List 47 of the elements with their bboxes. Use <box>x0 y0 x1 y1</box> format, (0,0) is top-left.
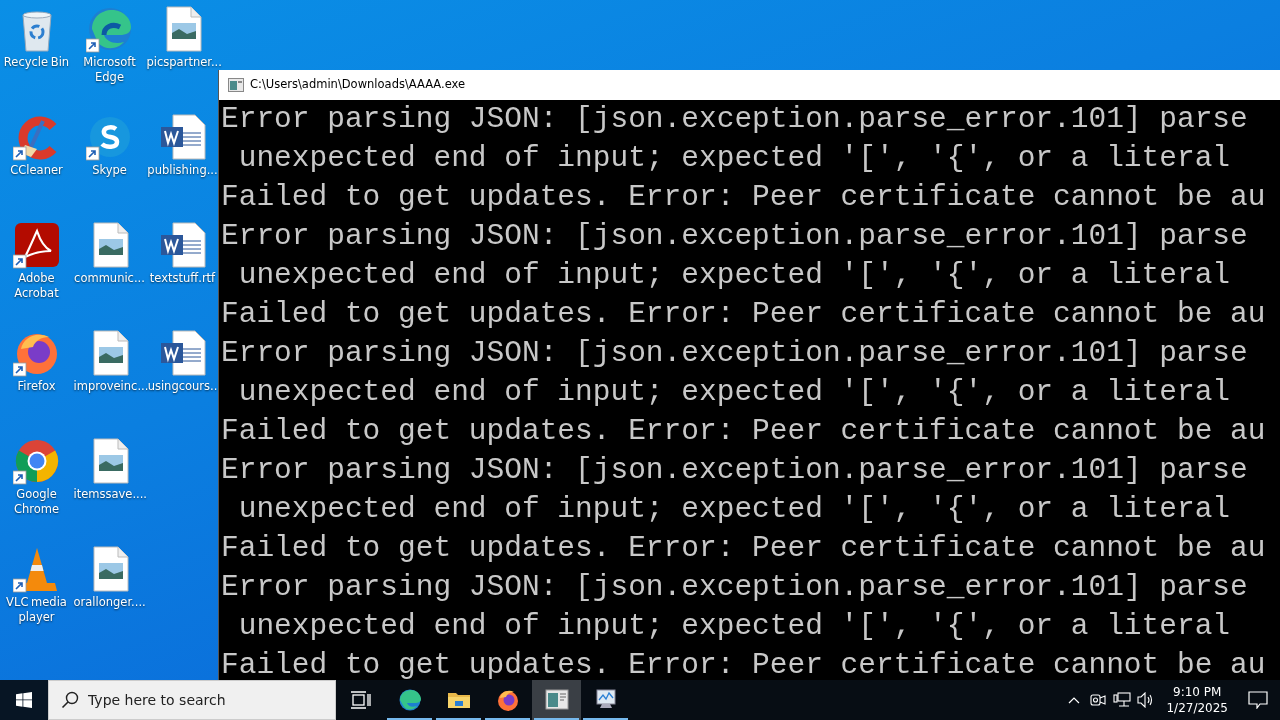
console-line: Failed to get updates. Error: Peer certificate cannot be au <box>221 530 1266 567</box>
word-icon[interactable] <box>158 113 207 161</box>
console-line: unexpected end of input; expected '[', '{', or a literal <box>237 608 1231 645</box>
console-line: Failed to get updates. Error: Peer certificate cannot be au <box>221 179 1266 216</box>
word-icon[interactable] <box>158 329 207 377</box>
icon-label[interactable]: publishing... <box>146 163 219 178</box>
clock-time[interactable]: 9:10 PM <box>1173 684 1222 700</box>
window-title: C:\Users\admin\Downloads\AAAA.exe <box>250 76 466 94</box>
icon-label[interactable]: Google Chrome <box>0 487 73 517</box>
taskbar-app-button[interactable] <box>532 680 581 720</box>
chrome-icon[interactable] <box>12 437 61 485</box>
console-icon <box>544 688 569 712</box>
clock-date[interactable]: 1/27/2025 <box>1166 700 1228 716</box>
console-line: unexpected end of input; expected '[', '{', or a literal <box>237 257 1231 294</box>
console-line: Failed to get updates. Error: Peer certificate cannot be au <box>221 296 1266 333</box>
icon-label[interactable]: Adobe Acrobat <box>0 271 73 301</box>
search-field[interactable]: Type here to search <box>48 680 336 720</box>
icon-label[interactable]: Skype <box>73 163 146 178</box>
browser-icon <box>397 688 422 712</box>
acrobat-icon[interactable] <box>12 221 61 269</box>
console-line: unexpected end of input; expected '[', '{', or a literal <box>237 491 1231 528</box>
icon-label[interactable]: VLC media player <box>0 595 73 625</box>
console-line: Error parsing JSON: [json.exception.parse_error.101] parse <box>221 218 1248 255</box>
console-line: unexpected end of input; expected '[', '{', or a literal <box>237 140 1231 177</box>
icon-label[interactable]: orallonger.... <box>73 595 146 610</box>
console-line: Failed to get updates. Error: Peer certificate cannot be au <box>221 413 1266 450</box>
console-line: Error parsing JSON: [json.exception.parse_error.101] parse <box>221 452 1248 489</box>
icon-label[interactable]: Firefox <box>0 379 73 394</box>
icon-label[interactable]: itemssave.... <box>73 487 146 502</box>
task-view-icon <box>350 691 371 709</box>
icon-label[interactable]: Microsoft Edge <box>73 55 146 85</box>
icon-label[interactable]: picspartner... <box>146 55 219 70</box>
console-line: unexpected end of input; expected '[', '{', or a literal <box>237 374 1231 411</box>
console-line: Error parsing JSON: [json.exception.parse_error.101] parse <box>221 335 1248 372</box>
console-line: Error parsing JSON: [json.exception.parse_error.101] parse <box>221 569 1248 606</box>
icon-label[interactable]: textstuff.rtf <box>146 271 219 286</box>
icon-label[interactable]: improveinc... <box>73 379 146 394</box>
console-line: Error parsing JSON: [json.exception.parse_error.101] parse <box>221 101 1248 138</box>
icon-label[interactable]: communic... <box>73 271 146 286</box>
edge-icon[interactable] <box>85 5 134 53</box>
word-icon[interactable] <box>158 221 207 269</box>
fox-browser-icon <box>495 688 520 712</box>
search-icon <box>61 691 79 709</box>
windows-logo-icon <box>16 692 32 708</box>
icon-label[interactable]: Recycle Bin <box>0 55 73 70</box>
console-app-icon <box>228 78 244 92</box>
icon-label[interactable]: CCleaner <box>0 163 73 178</box>
